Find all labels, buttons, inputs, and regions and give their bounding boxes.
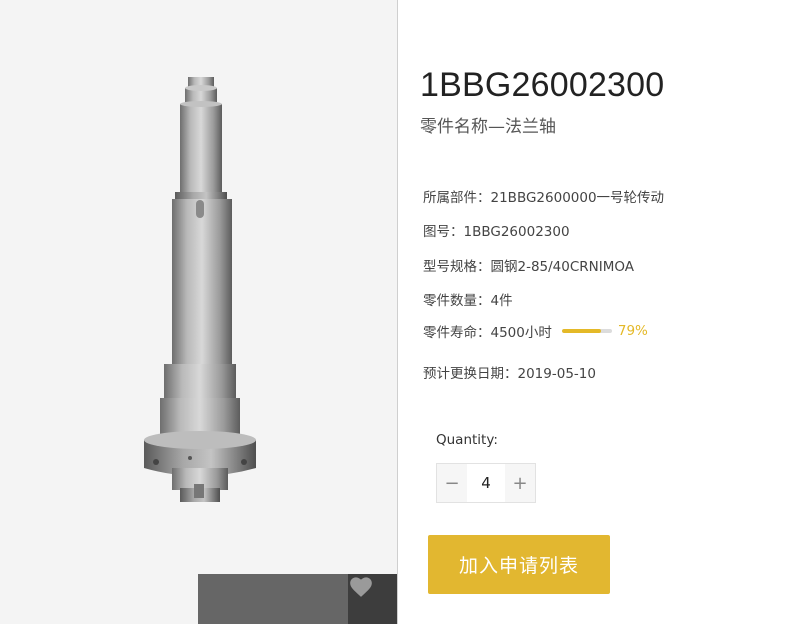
life-progress-fill — [561, 329, 602, 333]
quantity-plus-button[interactable]: + — [505, 464, 535, 502]
product-image-panel — [0, 0, 398, 624]
attr-assembly: 所属部件：21BBG2600000一号轮传动 — [423, 186, 664, 206]
attr-quantity-count-text: 零件数量：4件 — [423, 293, 513, 309]
image-caption-bar — [198, 574, 348, 624]
attr-replace-date: 预计更换日期：2019-05-10 — [423, 362, 596, 382]
flange-shaft-image — [144, 77, 256, 502]
attr-life-text: 零件寿命：4500小时 — [423, 325, 552, 341]
quantity-minus-button[interactable]: − — [437, 464, 467, 502]
quantity-label: Quantity: — [436, 432, 498, 448]
quantity-input[interactable] — [467, 464, 505, 502]
attr-model-spec: 型号规格：圆钢2-85/40CRNIMOA — [423, 255, 634, 275]
attr-model-spec-text: 型号规格：圆钢2-85/40CRNIMOA — [423, 259, 635, 275]
heart-icon — [350, 577, 372, 597]
attr-drawing-no-text: 图号：1BBG26002300 — [423, 224, 570, 240]
part-name: 零件名称—法兰轴 — [420, 117, 556, 137]
part-number-title: 1BBG26002300 — [420, 66, 665, 104]
attr-life: 零件寿命：4500小时 79% — [423, 321, 648, 341]
attr-drawing-no: 图号：1BBG26002300 — [423, 220, 570, 240]
attr-assembly-text: 所属部件：21BBG2600000一号轮传动 — [423, 190, 665, 206]
attr-quantity-count: 零件数量：4件 — [423, 289, 513, 309]
life-percent: 79% — [617, 323, 648, 339]
add-to-request-list-button[interactable]: 加入申请列表 — [428, 535, 610, 594]
quantity-stepper: − + — [436, 463, 536, 503]
favorite-button[interactable] — [348, 574, 397, 624]
attr-replace-date-text: 预计更换日期：2019-05-10 — [423, 366, 596, 382]
life-progress-bar — [561, 329, 612, 333]
